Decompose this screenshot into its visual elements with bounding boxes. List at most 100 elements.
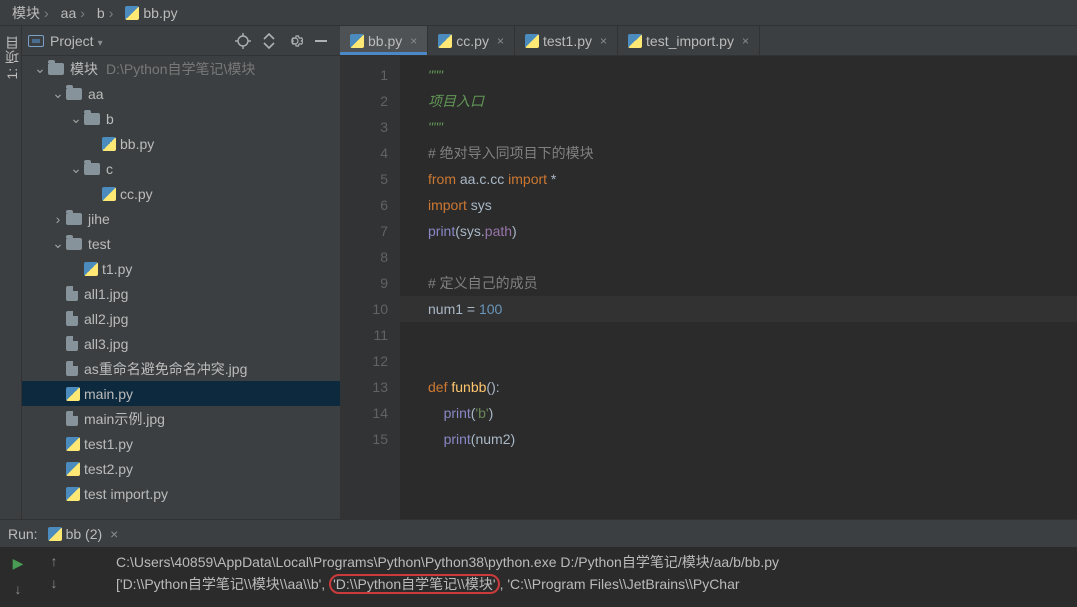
console-output[interactable]: C:\Users\40859\AppData\Local\Programs\Py… bbox=[72, 547, 1077, 607]
project-title[interactable]: Project▾ bbox=[50, 33, 103, 49]
tree-label: as重命名避免命名冲突.jpg bbox=[84, 359, 247, 379]
tree-label: main示例.jpg bbox=[84, 409, 165, 429]
run-label: Run: bbox=[8, 526, 38, 542]
python-file-icon bbox=[628, 34, 642, 48]
tree-row[interactable]: test2.py bbox=[22, 456, 340, 481]
python-file-icon bbox=[525, 34, 539, 48]
run-nav-buttons: ↑ ↓ bbox=[36, 547, 72, 607]
tree-row[interactable]: all3.jpg bbox=[22, 331, 340, 356]
tree-label: b bbox=[106, 111, 114, 127]
tree-label: c bbox=[106, 161, 113, 177]
tree-row[interactable]: all2.jpg bbox=[22, 306, 340, 331]
chevron-right-icon: › bbox=[76, 5, 89, 21]
crumb-1[interactable]: aa› bbox=[57, 5, 93, 21]
editor-tab[interactable]: test_import.py × bbox=[618, 26, 760, 55]
chevron-down-icon[interactable]: ⌄ bbox=[68, 110, 84, 127]
tree-row[interactable]: ⌄ test bbox=[22, 231, 340, 256]
tree-row[interactable]: test import.py bbox=[22, 481, 340, 506]
editor-tab[interactable]: cc.py × bbox=[428, 26, 515, 55]
tree-label: aa bbox=[88, 86, 104, 102]
chevron-right-icon: › bbox=[40, 5, 53, 21]
file-icon bbox=[66, 411, 78, 426]
tree-label: all2.jpg bbox=[84, 311, 128, 327]
tree-row[interactable]: main.py bbox=[22, 381, 340, 406]
run-tab[interactable]: bb (2)× bbox=[48, 526, 119, 542]
tree-row[interactable]: ⌄b bbox=[22, 106, 340, 131]
run-play-icon[interactable]: ▶ bbox=[8, 553, 28, 573]
tree-label: t1.py bbox=[102, 261, 132, 277]
python-file-icon bbox=[102, 187, 116, 201]
tree-label: test import.py bbox=[84, 486, 168, 502]
tree-row[interactable]: as重命名避免命名冲突.jpg bbox=[22, 356, 340, 381]
tree-label: all1.jpg bbox=[84, 286, 128, 302]
console-line: ['D:\\Python自学笔记\\模块\\aa\\b', 'D:\\Pytho… bbox=[72, 573, 1077, 595]
crumb-0[interactable]: 模块› bbox=[8, 3, 57, 23]
project-toolbar: Project▾ bbox=[22, 26, 340, 56]
tree-row[interactable]: ⌄模块D:\Python自学笔记\模块 bbox=[22, 56, 340, 81]
minimize-button[interactable] bbox=[310, 30, 332, 52]
project-icon bbox=[28, 35, 44, 47]
tree-label: main.py bbox=[84, 386, 133, 402]
tree-label: test bbox=[88, 236, 111, 252]
code-area[interactable]: """项目入口"""# 绝对导入同项目下的模块from aa.c.cc impo… bbox=[400, 56, 1077, 519]
tree-row[interactable]: all1.jpg bbox=[22, 281, 340, 306]
chevron-down-icon[interactable]: ⌄ bbox=[50, 235, 66, 252]
settings-button[interactable] bbox=[284, 30, 306, 52]
file-icon bbox=[66, 286, 78, 301]
chevron-right-icon[interactable]: › bbox=[50, 211, 66, 227]
tree-label: all3.jpg bbox=[84, 336, 128, 352]
close-icon[interactable]: × bbox=[410, 34, 417, 48]
tree-row[interactable]: t1.py bbox=[22, 256, 340, 281]
locate-button[interactable] bbox=[232, 30, 254, 52]
folder-icon bbox=[84, 113, 100, 125]
arrow-up-icon[interactable]: ↑ bbox=[51, 553, 58, 569]
python-file-icon bbox=[66, 462, 80, 476]
run-left-buttons: ▶ ↓ bbox=[0, 547, 36, 607]
folder-icon bbox=[48, 63, 64, 75]
tree-row[interactable]: ⌄ aa bbox=[22, 81, 340, 106]
tree-label: cc.py bbox=[120, 186, 153, 202]
code-editor[interactable]: 123456789101112131415 """项目入口"""# 绝对导入同项… bbox=[340, 56, 1077, 519]
close-icon[interactable]: × bbox=[742, 34, 749, 48]
console-line: C:\Users\40859\AppData\Local\Programs\Py… bbox=[72, 551, 1077, 573]
tab-label: cc.py bbox=[456, 33, 489, 49]
editor-tab[interactable]: test1.py × bbox=[515, 26, 618, 55]
tree-label: test1.py bbox=[84, 436, 133, 452]
python-file-icon bbox=[66, 387, 80, 401]
arrow-down-icon[interactable]: ↓ bbox=[51, 575, 58, 591]
python-file-icon bbox=[66, 487, 80, 501]
python-file-icon bbox=[66, 437, 80, 451]
tree-label: bb.py bbox=[120, 136, 154, 152]
editor-tab[interactable]: bb.py × bbox=[340, 26, 428, 55]
close-icon[interactable]: × bbox=[497, 34, 504, 48]
tab-label: test_import.py bbox=[646, 33, 734, 49]
tree-row[interactable]: ⌄c bbox=[22, 156, 340, 181]
run-toolbar: Run: bb (2)× bbox=[0, 519, 1077, 547]
chevron-down-icon: ▾ bbox=[98, 38, 103, 49]
tree-row[interactable]: main示例.jpg bbox=[22, 406, 340, 431]
expand-all-button[interactable] bbox=[258, 30, 280, 52]
chevron-down-icon[interactable]: ⌄ bbox=[32, 60, 48, 77]
tree-row[interactable]: bb.py bbox=[22, 131, 340, 156]
python-file-icon bbox=[48, 527, 62, 541]
tree-label: jihe bbox=[88, 211, 110, 227]
file-icon bbox=[66, 311, 78, 326]
tab-label: test1.py bbox=[543, 33, 592, 49]
tree-row[interactable]: › jihe bbox=[22, 206, 340, 231]
chevron-right-icon: › bbox=[105, 5, 118, 21]
tree-hint: D:\Python自学笔记\模块 bbox=[106, 59, 255, 79]
python-file-icon bbox=[84, 262, 98, 276]
chevron-down-icon[interactable]: ⌄ bbox=[50, 85, 66, 102]
crumb-2[interactable]: b› bbox=[93, 5, 121, 21]
close-icon[interactable]: × bbox=[600, 34, 607, 48]
arrow-down-icon[interactable]: ↓ bbox=[8, 579, 28, 599]
tab-label: bb.py bbox=[368, 33, 402, 49]
tool-tab-project[interactable]: 1: 项目 bbox=[0, 26, 24, 90]
tree-row[interactable]: cc.py bbox=[22, 181, 340, 206]
chevron-down-icon[interactable]: ⌄ bbox=[68, 160, 84, 177]
project-tree[interactable]: ⌄模块D:\Python自学笔记\模块⌄aa⌄bbb.py⌄ccc.py›jih… bbox=[22, 56, 340, 519]
tree-row[interactable]: test1.py bbox=[22, 431, 340, 456]
folder-icon bbox=[84, 163, 100, 175]
crumb-3[interactable]: bb.py bbox=[121, 5, 181, 21]
python-file-icon bbox=[438, 34, 452, 48]
